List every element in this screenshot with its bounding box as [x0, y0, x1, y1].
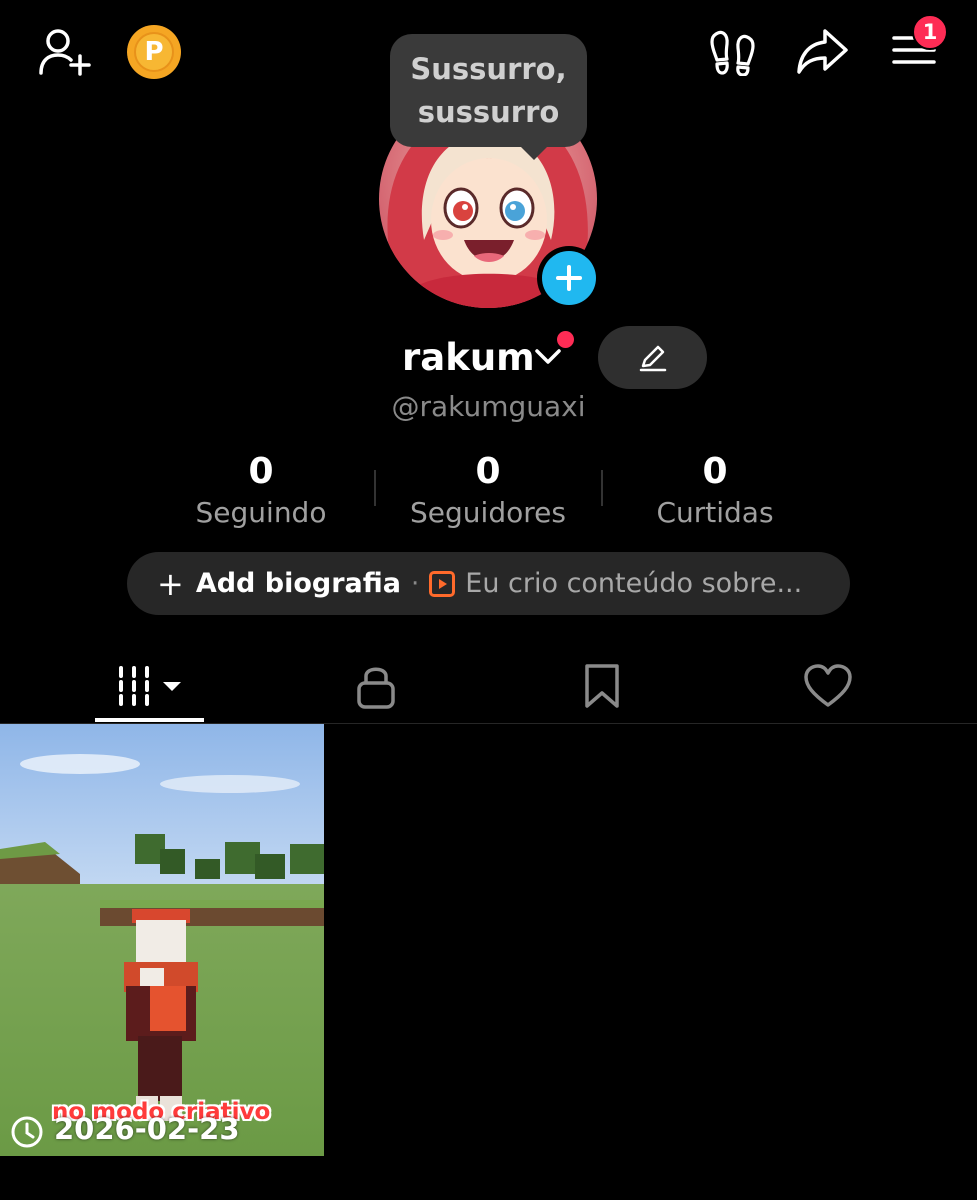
tooltip-line1: Sussurro,: [410, 51, 567, 86]
notification-badge: 1: [912, 14, 948, 50]
plus-icon: [556, 265, 582, 291]
grid-icon: [118, 666, 181, 706]
stat-following-label: Seguindo: [195, 496, 327, 529]
tooltip-line2: sussurro: [417, 94, 560, 129]
person-plus-icon: [39, 29, 91, 76]
chevron-down-icon: [535, 349, 561, 364]
profile-handle: @rakumguaxi: [391, 390, 586, 423]
add-bio-button[interactable]: + Add biografia · Eu crio conteúdo sobre…: [127, 552, 850, 615]
username[interactable]: rakum: [402, 333, 535, 383]
caret-down-icon: [162, 682, 181, 691]
video-thumbnail-image: [0, 724, 324, 1156]
video-thumbnail[interactable]: [0, 724, 324, 1156]
plus-icon: +: [157, 564, 184, 603]
pencil-icon: [639, 345, 666, 371]
account-switch-dropdown[interactable]: [534, 347, 562, 371]
tab-liked[interactable]: [778, 650, 878, 722]
tab-videos[interactable]: [95, 650, 204, 722]
active-tab-indicator: [95, 718, 204, 722]
stat-divider: [601, 470, 603, 506]
stat-followers[interactable]: 0 Seguidores: [388, 448, 588, 530]
tooltip-pointer: [520, 146, 548, 160]
stat-followers-label: Seguidores: [410, 496, 566, 529]
footprints-icon: [710, 30, 755, 76]
tab-private[interactable]: [326, 650, 426, 722]
profile-views-button[interactable]: [706, 24, 760, 78]
notification-dot: [557, 331, 574, 348]
share-profile-button[interactable]: [794, 24, 850, 78]
stat-followers-value: 0: [475, 451, 501, 492]
stat-following-value: 0: [248, 451, 274, 492]
tooltip: Sussurro, sussurro: [390, 34, 587, 147]
bio-separator: ·: [411, 568, 420, 599]
lock-icon: [357, 667, 395, 709]
bookmark-icon: [585, 664, 619, 708]
add-story-button[interactable]: [537, 246, 601, 310]
tab-saved[interactable]: [552, 650, 652, 722]
clock-icon: [10, 1115, 44, 1153]
heart-icon: [804, 664, 852, 707]
edit-profile-button[interactable]: [598, 326, 707, 389]
coins-button[interactable]: P: [127, 25, 181, 79]
stat-likes-value: 0: [702, 451, 728, 492]
play-icon: [429, 570, 456, 597]
stat-likes[interactable]: 0 Curtidas: [615, 448, 815, 530]
bio-suggestion: Eu crio conteúdo sobre...: [465, 568, 803, 599]
video-date: 2026-02-23: [54, 1112, 240, 1146]
stat-likes-label: Curtidas: [656, 496, 774, 529]
coin-label: P: [144, 37, 164, 67]
stat-following[interactable]: 0 Seguindo: [161, 448, 361, 530]
add-bio-label: Add biografia: [195, 568, 401, 599]
add-friend-button[interactable]: [34, 24, 94, 80]
share-arrow-icon: [797, 29, 848, 74]
stat-divider: [374, 470, 376, 506]
coin-icon: P: [134, 32, 174, 72]
